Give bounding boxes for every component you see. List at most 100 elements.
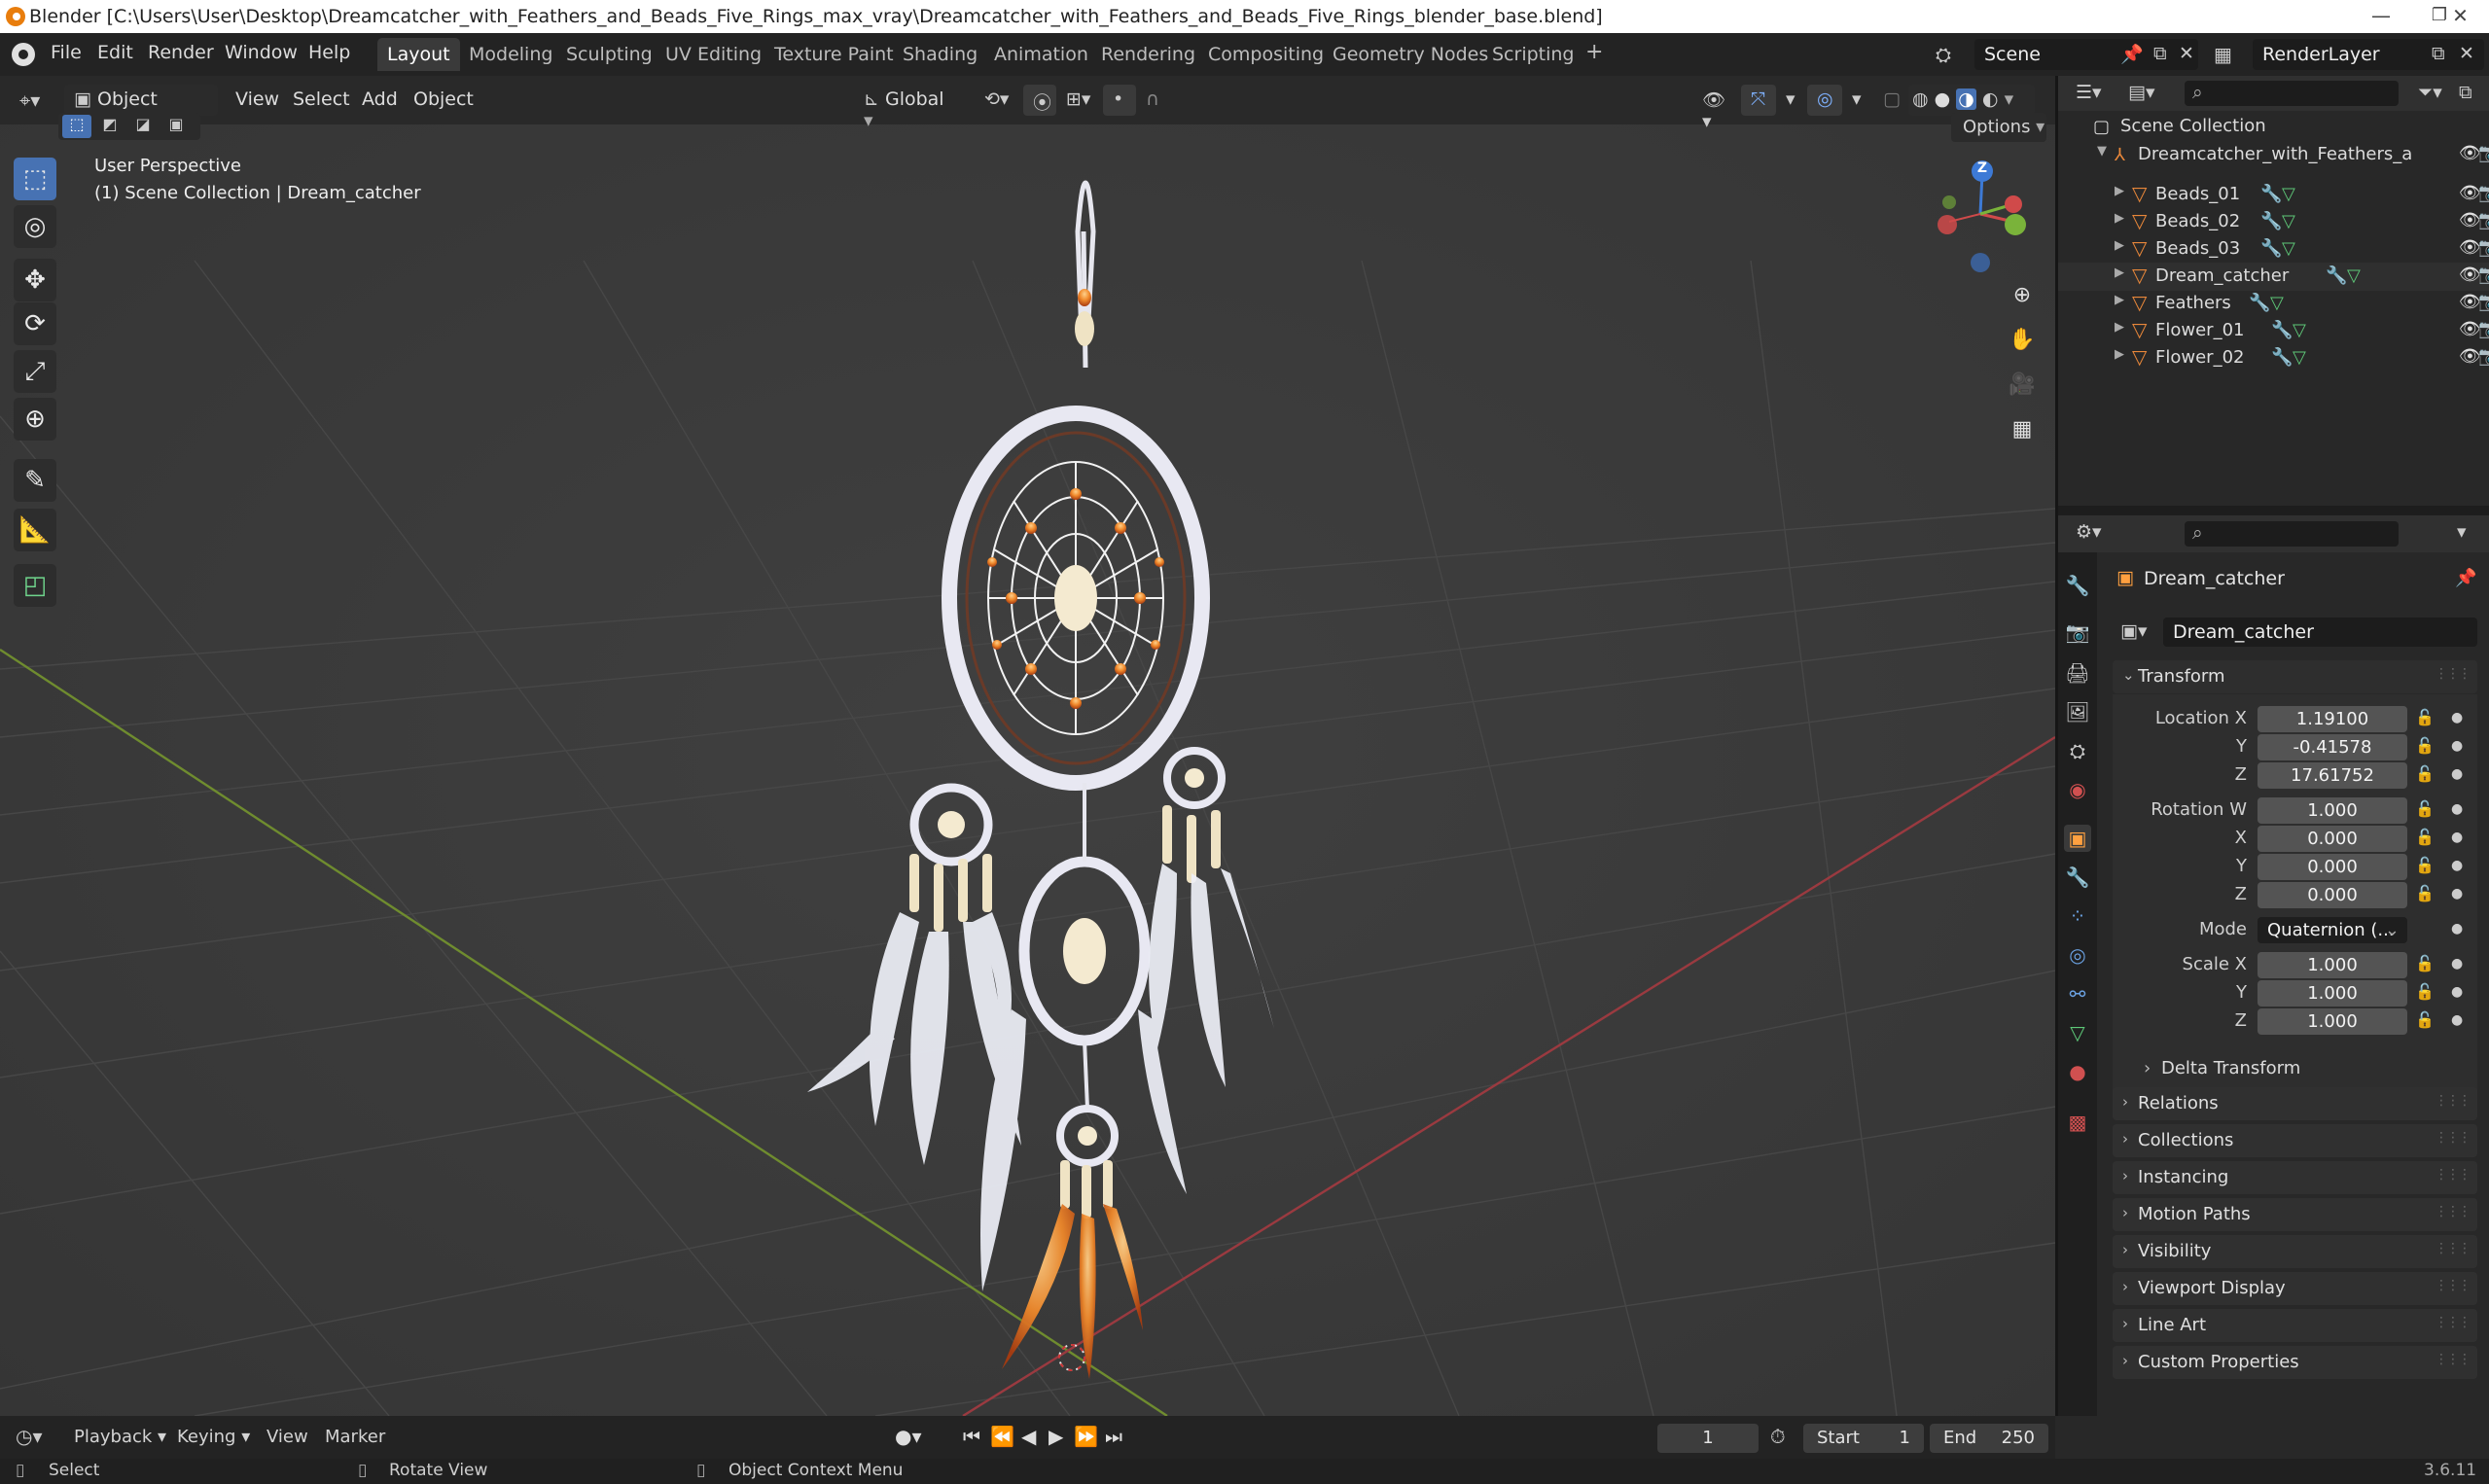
lock-icon[interactable]: 🔓 bbox=[2415, 736, 2435, 755]
location-z-field[interactable]: 17.61752 bbox=[2258, 762, 2407, 789]
drag-handle-icon[interactable]: ⋮⋮⋮ bbox=[2435, 1093, 2471, 1109]
menu-file[interactable]: File bbox=[51, 42, 82, 63]
outliner-object-row[interactable]: ▶▽Flower_01🔧▽👁📷 bbox=[2058, 317, 2489, 345]
proportional-edit-icon[interactable]: • bbox=[1103, 85, 1136, 116]
mesh-data-icon[interactable]: ▽ bbox=[2347, 265, 2361, 286]
pin-icon[interactable]: 📌 bbox=[2455, 568, 2476, 588]
render-layer-icon[interactable]: ▦ bbox=[2214, 39, 2249, 70]
new-collection-icon[interactable]: ⧉ bbox=[2459, 82, 2472, 103]
expand-arrow-icon[interactable]: ▶ bbox=[2115, 320, 2124, 335]
delete-layer-icon[interactable]: ✕ bbox=[2459, 43, 2474, 64]
scene-selector-icon[interactable]: ⛭ bbox=[1936, 39, 1971, 70]
drag-handle-icon[interactable]: ⋮⋮⋮ bbox=[2435, 1204, 2471, 1219]
panel-instancing[interactable]: › Instancing ⋮⋮⋮ bbox=[2113, 1161, 2477, 1194]
keyframe-dot-icon[interactable]: ● bbox=[2451, 956, 2463, 972]
modifier-tab-icon[interactable]: 🔧 bbox=[2064, 864, 2091, 891]
select-box-tool[interactable]: ⬚ bbox=[14, 158, 56, 200]
menu-marker[interactable]: Marker bbox=[325, 1427, 385, 1447]
keyframe-dot-icon[interactable]: ● bbox=[2451, 1012, 2463, 1028]
outliner-object-row[interactable]: ▶▽Beads_02🔧▽👁📷 bbox=[2058, 208, 2489, 236]
wrench-modifier-icon[interactable]: 🔧 bbox=[2271, 347, 2293, 368]
xray-toggle-icon[interactable]: ▢ bbox=[1873, 85, 1904, 116]
mesh-data-icon[interactable]: ▽ bbox=[2293, 347, 2306, 368]
current-frame-field[interactable]: 1 bbox=[1657, 1424, 1759, 1453]
minimize-button[interactable]: — bbox=[2352, 0, 2410, 33]
render-camera-icon[interactable]: 📷 bbox=[2478, 319, 2489, 339]
drag-handle-icon[interactable]: ⋮⋮⋮ bbox=[2435, 1241, 2471, 1256]
area-divider-h[interactable] bbox=[2058, 506, 2489, 515]
scale-tool[interactable]: ⤢ bbox=[14, 350, 56, 393]
display-mode-icon[interactable]: ▤▾ bbox=[2128, 82, 2155, 103]
scale-x-field[interactable]: 1.000 bbox=[2258, 952, 2407, 978]
keyframe-dot-icon[interactable]: ● bbox=[2451, 858, 2463, 873]
visibility-icon[interactable]: 👁▾ bbox=[1692, 85, 1737, 132]
outliner-object-row[interactable]: ▶▽Dream_catcher🔧▽👁📷 bbox=[2058, 263, 2489, 291]
jump-end-icon[interactable]: ⏭ bbox=[1105, 1425, 1122, 1448]
outliner-object-row[interactable]: ▶▽Beads_01🔧▽👁📷 bbox=[2058, 181, 2489, 209]
lock-icon[interactable]: 🔓 bbox=[2415, 828, 2435, 846]
rotation-y-field[interactable]: 0.000 bbox=[2258, 854, 2407, 880]
rotate-tool[interactable]: ⟳ bbox=[14, 302, 56, 345]
keyframe-dot-icon[interactable]: ● bbox=[2451, 984, 2463, 1000]
mesh-data-icon[interactable]: ▽ bbox=[2270, 293, 2284, 313]
tool-tab-icon[interactable]: 🔧 bbox=[2064, 572, 2091, 599]
next-keyframe-icon[interactable]: ⏩ bbox=[1074, 1425, 1098, 1448]
options-dropdown[interactable]: Options ▾ bbox=[1951, 113, 2046, 142]
mesh-data-icon[interactable]: ▽ bbox=[2293, 320, 2306, 340]
expand-arrow-icon[interactable]: ▶ bbox=[2115, 238, 2124, 253]
tab-rendering[interactable]: Rendering bbox=[1091, 38, 1205, 71]
delete-scene-icon[interactable]: ✕ bbox=[2179, 43, 2194, 64]
preview-range-icon[interactable]: ⏱ bbox=[1770, 1425, 1786, 1448]
lock-icon[interactable]: 🔓 bbox=[2415, 982, 2435, 1001]
select-intersect-icon[interactable]: ▣ bbox=[161, 115, 191, 133]
close-button[interactable]: ✕ bbox=[2432, 0, 2489, 33]
render-camera-icon[interactable]: 📷 bbox=[2478, 210, 2489, 230]
render-camera-icon[interactable]: 📷 bbox=[2478, 237, 2489, 258]
select-extend-icon[interactable]: ◩ bbox=[95, 115, 124, 133]
rotation-x-field[interactable]: 0.000 bbox=[2258, 826, 2407, 852]
pivot-point-icon[interactable]: ⟲▾ bbox=[975, 85, 1019, 116]
jump-start-icon[interactable]: ⏮ bbox=[963, 1425, 980, 1448]
drag-handle-icon[interactable]: ⋮⋮⋮ bbox=[2435, 1130, 2471, 1146]
scene-field[interactable]: Scene 📌 ⧉ ✕ bbox=[1974, 39, 2198, 70]
play-reverse-icon[interactable]: ◀ bbox=[1021, 1425, 1036, 1448]
cursor-tool[interactable]: ◎ bbox=[14, 205, 56, 248]
drag-handle-icon[interactable]: ⋮⋮⋮ bbox=[2435, 1278, 2471, 1293]
wrench-modifier-icon[interactable]: 🔧 bbox=[2260, 184, 2282, 204]
lock-icon[interactable]: 🔓 bbox=[2415, 856, 2435, 874]
move-tool[interactable]: ✥ bbox=[14, 259, 56, 301]
outliner-object-row[interactable]: ▶▽Beads_03🔧▽👁📷 bbox=[2058, 235, 2489, 264]
outliner-object-row[interactable]: ▶▽Feathers🔧▽👁📷 bbox=[2058, 290, 2489, 318]
menu-view[interactable]: View bbox=[235, 88, 279, 110]
lock-icon[interactable]: 🔓 bbox=[2415, 764, 2435, 783]
gizmo-toggle-icon[interactable]: ⤧ bbox=[1741, 85, 1776, 116]
panel-viewport-display[interactable]: › Viewport Display ⋮⋮⋮ bbox=[2113, 1272, 2477, 1305]
material-tab-icon[interactable]: ● bbox=[2064, 1058, 2091, 1085]
datablock-type-icon[interactable]: ▣▾ bbox=[2120, 620, 2148, 642]
physics-tab-icon[interactable]: ◎ bbox=[2064, 941, 2091, 969]
expand-arrow-icon[interactable]: ▶ bbox=[2115, 293, 2124, 307]
particles-tab-icon[interactable]: ⁘ bbox=[2064, 902, 2091, 930]
lock-icon[interactable]: 🔓 bbox=[2415, 1010, 2435, 1029]
panel-collections[interactable]: › Collections ⋮⋮⋮ bbox=[2113, 1124, 2477, 1157]
overlay-toggle-icon[interactable]: ◎ bbox=[1807, 85, 1842, 116]
wrench-modifier-icon[interactable]: 🔧 bbox=[2260, 211, 2282, 231]
wrench-modifier-icon[interactable]: 🔧 bbox=[2326, 265, 2347, 286]
wrench-modifier-icon[interactable]: 🔧 bbox=[2271, 320, 2293, 340]
add-cube-tool[interactable]: ◰ bbox=[14, 564, 56, 607]
render-camera-icon[interactable]: 📷 bbox=[2478, 292, 2489, 312]
panel-motion-paths[interactable]: › Motion Paths ⋮⋮⋮ bbox=[2113, 1198, 2477, 1231]
render-camera-icon[interactable]: 📷 bbox=[2478, 265, 2489, 285]
render-camera-icon[interactable]: 📷 bbox=[2478, 346, 2489, 367]
menu-playback[interactable]: Playback ▾ bbox=[74, 1427, 166, 1447]
mesh-data-icon[interactable]: ▽ bbox=[2282, 211, 2295, 231]
tab-modeling[interactable]: Modeling bbox=[459, 38, 562, 71]
tab-animation[interactable]: Animation bbox=[984, 38, 1098, 71]
tab-layout[interactable]: Layout bbox=[377, 38, 460, 71]
expand-arrow-icon[interactable]: ▶ bbox=[2115, 211, 2124, 226]
location-y-field[interactable]: -0.41578 bbox=[2258, 734, 2407, 760]
drag-handle-icon[interactable]: ⋮⋮⋮ bbox=[2435, 666, 2471, 682]
data-tab-icon[interactable]: ▽ bbox=[2064, 1019, 2091, 1046]
location-x-field[interactable]: 1.19100 bbox=[2258, 706, 2407, 732]
new-layer-icon[interactable]: ⧉ bbox=[2432, 43, 2445, 64]
